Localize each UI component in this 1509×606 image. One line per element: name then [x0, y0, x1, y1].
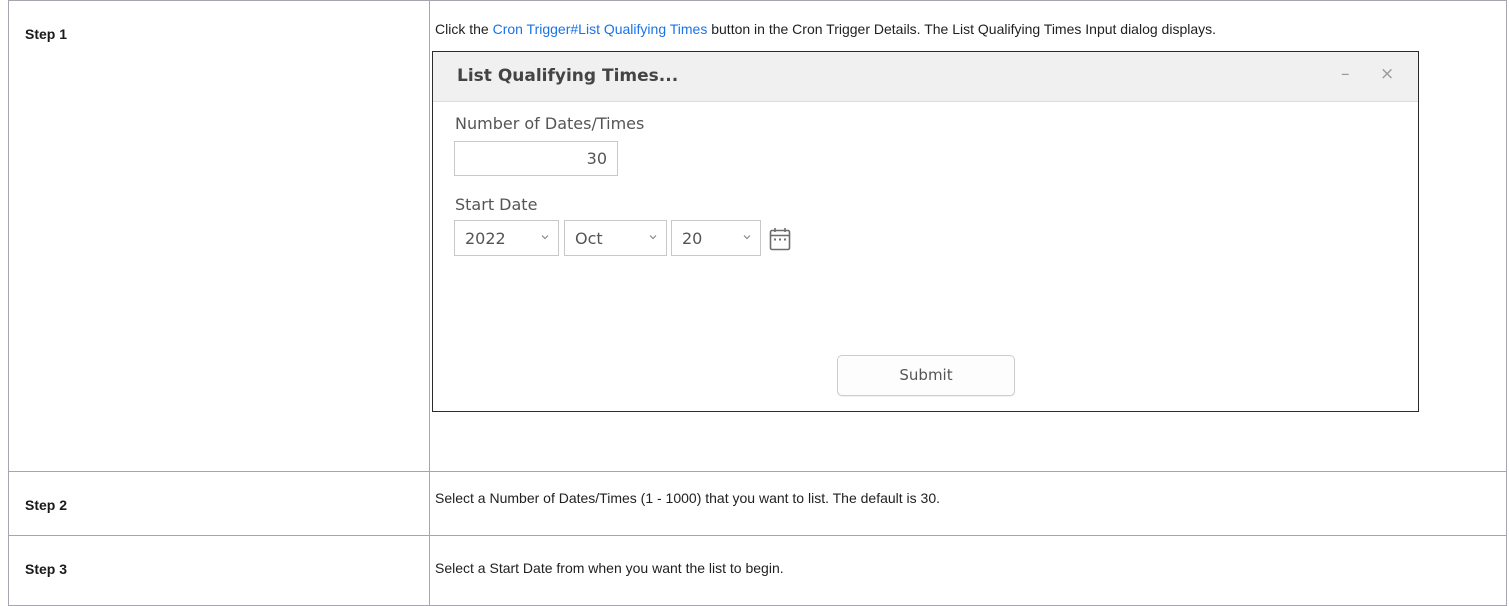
step-cell: Step 3	[8, 535, 430, 606]
calendar-icon[interactable]	[769, 227, 791, 251]
number-of-dates-label: Number of Dates/Times	[455, 114, 645, 133]
day-select[interactable]: 20	[671, 220, 761, 256]
description-cell: Select a Number of Dates/Times (1 - 1000…	[429, 471, 1507, 536]
description-text: Click the	[435, 21, 493, 37]
table-row: Step 2 Select a Number of Dates/Times (1…	[8, 471, 1507, 536]
description-text: button in the Cron Trigger Details. The …	[707, 21, 1217, 37]
start-date-label: Start Date	[455, 195, 538, 214]
close-icon[interactable]: ×	[1380, 64, 1394, 84]
step-label: Step 3	[25, 561, 68, 577]
chevron-down-icon	[743, 235, 751, 240]
submit-button[interactable]: Submit	[837, 355, 1015, 396]
number-of-dates-input[interactable]	[454, 141, 618, 176]
description-cell: Click the Cron Trigger#List Qualifying T…	[429, 0, 1507, 472]
year-value: 2022	[465, 229, 506, 248]
month-value: Oct	[575, 229, 603, 248]
table-row: Step 1 Click the Cron Trigger#List Quali…	[8, 0, 1507, 472]
steps-table: Step 1 Click the Cron Trigger#List Quali…	[8, 0, 1507, 606]
month-select[interactable]: Oct	[564, 220, 667, 256]
year-select[interactable]: 2022	[454, 220, 559, 256]
step-cell: Step 1	[8, 0, 430, 472]
dialog-title: List Qualifying Times...	[457, 66, 679, 86]
list-qualifying-times-link[interactable]: Cron Trigger#List Qualifying Times	[493, 21, 708, 37]
step-label: Step 1	[25, 26, 68, 42]
step-description: Select a Number of Dates/Times (1 - 1000…	[435, 490, 941, 506]
chevron-down-icon	[649, 235, 657, 240]
step-description: Select a Start Date from when you want t…	[435, 560, 784, 576]
day-value: 20	[682, 229, 703, 248]
step-cell: Step 2	[8, 471, 430, 536]
description-cell: Select a Start Date from when you want t…	[429, 535, 1507, 606]
minimize-icon[interactable]: –	[1341, 64, 1350, 84]
dialog-header: List Qualifying Times... – ×	[433, 52, 1418, 102]
chevron-down-icon	[541, 235, 549, 240]
list-qualifying-times-dialog: List Qualifying Times... – × Number of D…	[432, 51, 1419, 412]
step-label: Step 2	[25, 497, 68, 513]
step-description: Click the Cron Trigger#List Qualifying T…	[430, 1, 1506, 39]
table-row: Step 3 Select a Start Date from when you…	[8, 535, 1507, 606]
